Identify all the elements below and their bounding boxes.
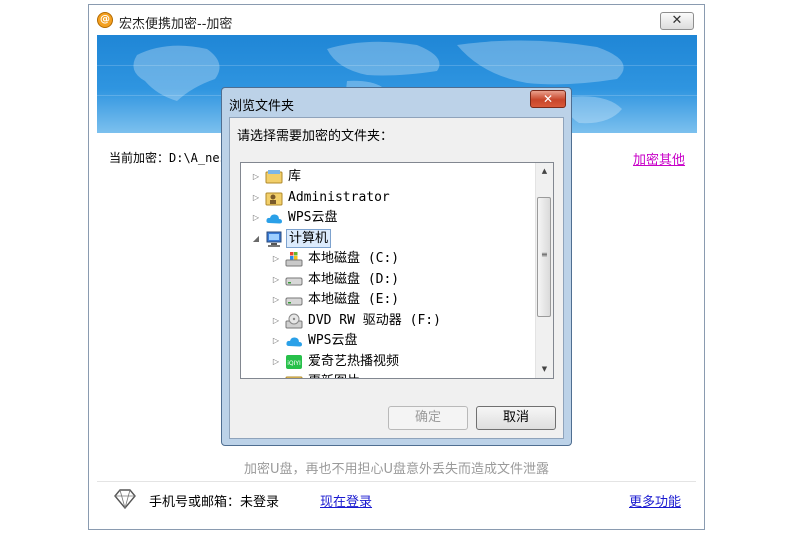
system-drive-icon xyxy=(285,252,303,267)
dvd-drive-icon xyxy=(285,313,303,328)
tree-item[interactable]: ▷ 库 xyxy=(241,167,537,187)
main-close-button[interactable]: ✕ xyxy=(660,12,694,30)
tree-item-label: WPS云盘 xyxy=(288,210,338,225)
slogan-text: 加密U盘，再也不用担心U盘意外丢失而造成文件泄露 xyxy=(243,462,550,477)
expand-arrow-icon[interactable]: ▷ xyxy=(251,208,261,228)
encrypt-other-link[interactable]: 加密其他 xyxy=(633,149,685,168)
tree-item[interactable]: ▷ 更新图片 xyxy=(241,372,537,378)
browse-folder-dialog: 浏览文件夹 ✕ 请选择需要加密的文件夹： ▷ 库 ▷ Administrator ▷ WP… xyxy=(221,87,572,446)
dialog-title: 浏览文件夹 xyxy=(229,99,295,114)
tree-item-label: WPS云盘 xyxy=(308,333,358,348)
tree-item-label: 本地磁盘 (E:) xyxy=(308,292,400,307)
tree-item[interactable]: ▷ WPS云盘 xyxy=(241,208,537,228)
main-window-title: 宏杰便携加密--加密 xyxy=(119,17,233,32)
tree-item[interactable]: ▷ iQIYI 爱奇艺热播视频 xyxy=(241,352,537,372)
tree-item[interactable]: ◢ 计算机 xyxy=(241,228,537,249)
tree-item[interactable]: ▷ Administrator xyxy=(241,188,537,208)
expand-arrow-icon[interactable]: ▷ xyxy=(271,249,281,269)
tree-item[interactable]: ▷ DVD RW 驱动器 (F:) xyxy=(241,311,537,331)
library-icon xyxy=(265,170,283,184)
tree-item[interactable]: ▷ WPS云盘 xyxy=(241,331,537,351)
tree-vertical-scrollbar[interactable]: ▲ ≡ ▼ xyxy=(535,163,553,378)
diamond-account-icon xyxy=(114,489,136,510)
tree-item[interactable]: ▷ 本地磁盘 (D:) xyxy=(241,270,537,290)
tree-item[interactable]: ▷ 本地磁盘 (C:) xyxy=(241,249,537,269)
dialog-prompt: 请选择需要加密的文件夹： xyxy=(237,129,394,144)
scroll-up-arrow-icon[interactable]: ▲ xyxy=(536,163,553,180)
expand-arrow-icon[interactable]: ▷ xyxy=(251,167,261,187)
expand-arrow-icon[interactable]: ▷ xyxy=(271,331,281,351)
tree-item-label: 爱奇艺热播视频 xyxy=(308,353,400,369)
dialog-close-button[interactable]: ✕ xyxy=(530,90,566,108)
login-now-link[interactable]: 现在登录 xyxy=(320,491,372,510)
scroll-down-arrow-icon[interactable]: ▼ xyxy=(536,361,553,378)
tree-item-label: 更新图片 xyxy=(306,373,362,378)
svg-text:iQIYI: iQIYI xyxy=(287,360,301,367)
current-encrypt-path: 当前加密：D:\A_nes xyxy=(109,151,227,165)
tree-item-label: 库 xyxy=(288,169,302,184)
tree-item-label: 本地磁盘 (D:) xyxy=(308,271,400,287)
folder-icon xyxy=(285,376,303,378)
tree-item-label: 计算机 xyxy=(286,228,332,248)
cancel-button[interactable]: 取消 xyxy=(476,406,556,430)
tree-item-label: DVD RW 驱动器 (F:) xyxy=(308,312,441,328)
tree-item-label: Administrator xyxy=(288,189,390,205)
footer-divider xyxy=(97,481,696,482)
tree-item-label: 本地磁盘 (C:) xyxy=(308,251,400,266)
expand-arrow-icon[interactable]: ▷ xyxy=(271,270,281,290)
cloud-icon xyxy=(286,337,302,347)
dialog-body: 请选择需要加密的文件夹： ▷ 库 ▷ Administrator ▷ WPS云盘 ◢ 计算机 ▷… xyxy=(229,117,564,439)
expand-arrow-icon[interactable]: ▷ xyxy=(251,188,261,208)
computer-icon xyxy=(266,231,282,247)
expand-arrow-icon[interactable]: ▷ xyxy=(271,290,281,310)
account-status-label: 手机号或邮箱：未登录 xyxy=(149,495,280,510)
scroll-thumb[interactable]: ≡ xyxy=(537,197,551,317)
dialog-titlebar[interactable]: 浏览文件夹 ✕ xyxy=(222,88,571,117)
drive-icon xyxy=(285,297,303,306)
expand-arrow-icon[interactable]: ▷ xyxy=(271,311,281,331)
expand-arrow-icon[interactable]: ▷ xyxy=(271,372,281,378)
grip-icon: ≡ xyxy=(541,250,548,259)
folder-tree[interactable]: ▷ 库 ▷ Administrator ▷ WPS云盘 ◢ 计算机 ▷ 本地磁盘 (C:) ▷ 本地磁… xyxy=(240,162,554,379)
more-features-link[interactable]: 更多功能 xyxy=(629,491,681,510)
user-folder-icon xyxy=(265,192,283,205)
main-titlebar: @ 宏杰便携加密--加密 ✕ xyxy=(89,5,704,35)
iqiyi-icon: iQIYI xyxy=(286,354,302,369)
expanded-arrow-icon[interactable]: ◢ xyxy=(251,229,261,249)
app-logo-icon: @ xyxy=(97,12,113,28)
cloud-icon xyxy=(266,214,282,224)
expand-arrow-icon[interactable]: ▷ xyxy=(271,352,281,372)
drive-icon xyxy=(285,277,303,285)
tree-item[interactable]: ▷ 本地磁盘 (E:) xyxy=(241,290,537,310)
ok-button[interactable]: 确定 xyxy=(388,406,468,430)
